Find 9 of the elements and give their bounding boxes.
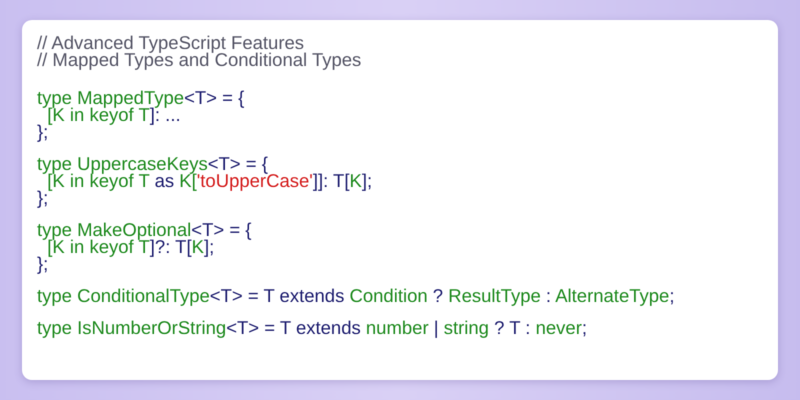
- code-comment: // Advanced TypeScript Features: [37, 34, 304, 51]
- code-line: type ConditionalType<T> = T extends Condition ? ResultType : AlternateType;: [37, 287, 674, 304]
- code-line: type UppercaseKeys<T> = {: [37, 155, 268, 172]
- code-line: type MappedType<T> = {: [37, 89, 244, 106]
- code-line: type MakeOptional<T> = {: [37, 221, 252, 238]
- code-line: type IsNumberOrString<T> = T extends number | string ? T : never;: [37, 319, 588, 336]
- code-line: };: [37, 123, 48, 140]
- code-line: };: [37, 189, 48, 206]
- code-line: };: [37, 255, 48, 272]
